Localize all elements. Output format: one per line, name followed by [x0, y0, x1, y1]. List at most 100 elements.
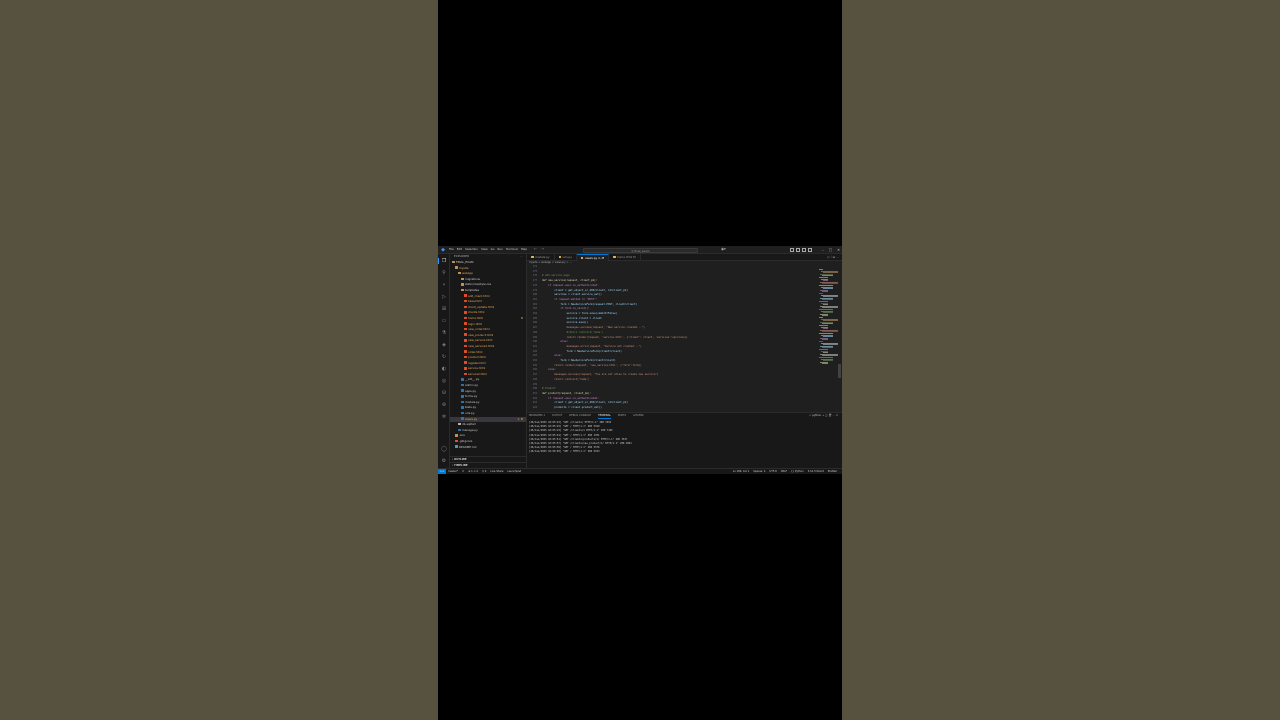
code-line: return redirect('home')	[542, 377, 590, 381]
terminal-name[interactable]: python	[812, 414, 821, 417]
testing-icon[interactable]: ⚗	[441, 330, 447, 336]
panel-tab-gitlens[interactable]: GITLENS	[633, 413, 644, 419]
file-tree-item-label: db.sqlite3	[462, 422, 476, 427]
file-tree-item-label: admin.py	[465, 383, 479, 388]
explorer-title: EXPLORER	[454, 255, 470, 258]
status-item[interactable]: Launchpad	[507, 470, 521, 473]
explorer-icon[interactable]: ❐	[438, 258, 447, 264]
database-icon	[458, 422, 461, 426]
close-panel-icon[interactable]: ✕	[836, 414, 838, 417]
code-line: else:	[542, 340, 569, 344]
code-line: #return redirect('home')	[542, 330, 604, 334]
maximize-button[interactable]: □	[829, 246, 832, 254]
file-tree-item-label: webapp	[462, 271, 474, 276]
panel-tab-output[interactable]: OUTPUT	[552, 413, 562, 419]
account-icon[interactable]: ◯	[441, 446, 447, 452]
python-file-icon	[458, 428, 461, 432]
status-right: Ln 186, Col 1 Spaces: 4 UTF-8 CRLF {} Python…	[733, 469, 841, 474]
remote-indicator[interactable]: ><	[438, 469, 446, 474]
status-item[interactable]: Prettier	[828, 470, 837, 473]
status-item[interactable]: {} Python	[791, 470, 804, 473]
editor-tab[interactable]: urls.py	[555, 254, 577, 261]
gitlens-icon[interactable]: ◈	[441, 342, 447, 348]
line-number: 197	[532, 373, 537, 377]
live-share-icon[interactable]: ↻	[441, 354, 447, 360]
file-tree-item-label: templates	[465, 287, 480, 292]
file-tree-item[interactable]: README.md	[450, 445, 526, 451]
search-icon[interactable]: ⚲	[441, 270, 447, 276]
editor-actions[interactable]: ▷ ⫶ ⊟ ···	[828, 254, 842, 260]
menu-help[interactable]: Help	[521, 248, 527, 251]
editor-tab[interactable]: models.py	[527, 254, 555, 261]
extensions-icon[interactable]: ⊞	[441, 306, 447, 312]
status-item[interactable]: ⊗ 1 ⚠ 0	[468, 470, 478, 473]
editor-scrollbar[interactable]	[838, 364, 841, 378]
file-tree-item-label: .gitignore	[459, 439, 473, 443]
menu-run[interactable]: Run	[498, 248, 503, 251]
editor-tab-label: views.py 1, M	[584, 256, 605, 260]
menu-go[interactable]: Go	[491, 248, 495, 251]
panel-tab-problems[interactable]: PROBLEMS 1	[529, 413, 545, 419]
copilot-icon[interactable]: ◉▾	[721, 247, 726, 252]
menu-selection[interactable]: Selection	[465, 248, 478, 251]
database-icon[interactable]: ⛁	[441, 390, 447, 396]
status-item[interactable]: ⟳	[462, 470, 464, 473]
line-number: 179	[532, 288, 537, 292]
file-type-icon	[558, 255, 561, 259]
folder-icon	[461, 288, 464, 292]
panel-tab-debug-console[interactable]: DEBUG CONSOLE	[569, 413, 591, 419]
line-number: 177	[532, 279, 537, 283]
menu-edit[interactable]: Edit	[457, 248, 462, 251]
menu-terminal[interactable]: Terminal	[506, 248, 518, 251]
html-file-icon	[464, 339, 467, 342]
line-number: 183	[532, 307, 537, 311]
status-item[interactable]: UTF-8	[769, 470, 776, 473]
terminal-output[interactable]: [26/Jan/2025 16:05:22] "GET /clients/ HT…	[529, 421, 632, 455]
menu-file[interactable]: File	[449, 248, 454, 251]
line-number: 186	[532, 321, 537, 325]
toggle-secondary-sidebar-icon[interactable]	[802, 247, 806, 252]
remote-explorer-icon[interactable]: ▭	[441, 318, 447, 324]
forward-arrow-icon[interactable]: →	[541, 247, 544, 252]
status-item[interactable]: 3.12.5 64-bit	[808, 470, 824, 473]
run-debug-icon[interactable]: ▷	[441, 294, 447, 300]
toggle-sidebar-icon[interactable]	[790, 247, 794, 252]
status-item[interactable]: ⚲ 0	[482, 470, 486, 473]
code-editor[interactable]: 174 175 176 # Add service page 177 def new_se…	[527, 265, 842, 412]
status-item[interactable]: master*	[448, 470, 458, 473]
file-tree-item-label: new_service2.html	[468, 343, 495, 348]
editor-tab-label: urls.py	[562, 255, 572, 259]
gear-icon[interactable]: ⚙	[441, 458, 447, 464]
docker-icon[interactable]: ◐	[441, 366, 447, 372]
timeline-icon[interactable]: ⊜	[441, 402, 447, 408]
toggle-panel-icon[interactable]	[796, 247, 800, 252]
file-tree-item-label: service.html	[468, 366, 486, 371]
code-line: service.client = client	[542, 316, 602, 320]
minimize-button[interactable]: –	[822, 246, 824, 254]
vscode-logo-icon: ◆	[441, 246, 445, 253]
menu-view[interactable]: View	[481, 248, 488, 251]
customize-layout-icon[interactable]	[808, 247, 812, 252]
back-arrow-icon[interactable]: ←	[534, 247, 537, 252]
panel-tab-ports[interactable]: PORTS	[618, 413, 626, 419]
outline-section[interactable]: › OUTLINE	[450, 456, 526, 462]
source-control-icon[interactable]: ⑂	[441, 282, 447, 288]
github-icon[interactable]: ◎	[441, 378, 447, 384]
code-line: return render(request, 'service.html', {…	[542, 335, 688, 339]
timeline-section[interactable]: › TIMELINE	[450, 462, 526, 468]
file-tree-item-label: clients.html	[468, 310, 485, 315]
status-item[interactable]: CRLF	[781, 470, 787, 473]
editor-tab[interactable]: home.html M	[609, 254, 641, 261]
file-type-icon	[580, 256, 584, 260]
status-item[interactable]: Live Share	[490, 470, 503, 473]
folder-icon	[458, 271, 461, 275]
panel-tab-terminal[interactable]: TERMINAL	[598, 413, 611, 419]
command-center-search[interactable]: ⚲ final_exam	[583, 247, 698, 253]
line-number: 190	[532, 340, 537, 344]
minimap[interactable]	[818, 265, 842, 412]
editor-tab[interactable]: views.py 1, M	[576, 254, 610, 261]
close-button[interactable]: ✕	[837, 246, 840, 254]
copilot-chat-icon[interactable]: ✲	[441, 414, 447, 420]
status-item[interactable]: Spaces: 4	[753, 470, 765, 473]
status-item[interactable]: Ln 186, Col 1	[733, 470, 750, 473]
